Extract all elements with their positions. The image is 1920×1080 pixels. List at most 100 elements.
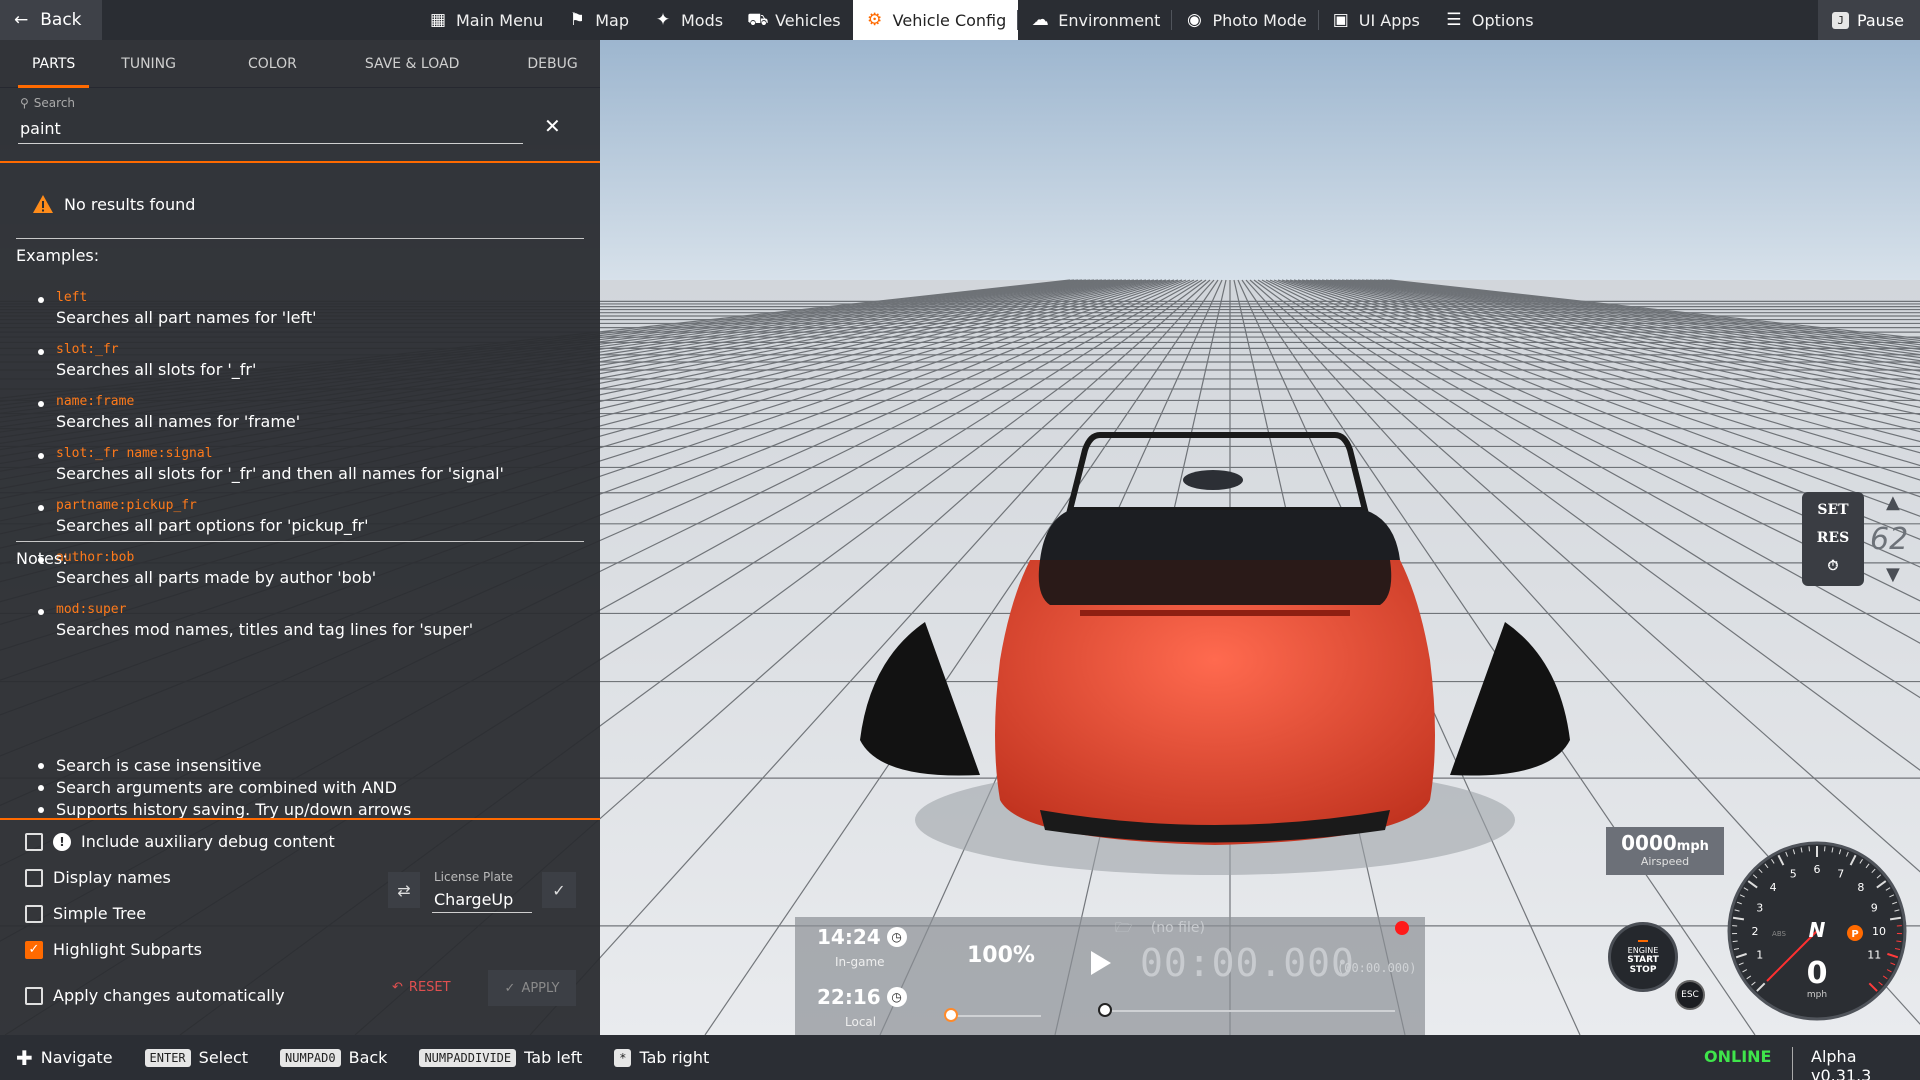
gauge-tick-label: 10 [1872,925,1886,938]
apply-button[interactable]: ✓ APPLY [488,970,576,1006]
nav-ui-apps[interactable]: ▣ UI Apps [1319,0,1432,40]
example-description: Searches all parts made by author 'bob' [56,568,377,587]
example-item: slot:_fr Searches all slots for '_fr' [38,342,578,394]
apply-auto-option[interactable]: Apply changes automatically [25,986,285,1005]
example-description: Searches all names for 'frame' [56,412,301,431]
confirm-plate-button[interactable]: ✓ [542,872,576,908]
gauge-tick [1732,940,1738,943]
example-code[interactable]: partname:pickup_fr [56,498,197,513]
menu-grid-icon: ▦ [429,9,447,30]
key-chip: NUMPADDIVIDE [419,1048,517,1067]
gauge-tick-label: 2 [1752,925,1759,938]
gauge-tick-label: 4 [1770,881,1777,894]
speed-slider-knob[interactable] [944,1008,958,1022]
example-description: Searches all part names for 'left' [56,308,317,327]
search-icon: ⚲ [20,96,29,110]
pause-label: Pause [1856,10,1904,30]
tab-save-load[interactable]: SAVE & LOAD [351,40,474,88]
example-description: Searches mod names, titles and tag lines… [56,620,474,639]
cruise-icon[interactable]: ⏱ [1808,554,1858,578]
example-code[interactable]: slot:_fr name:signal [56,446,213,461]
tab-parts[interactable]: PARTS [18,40,90,88]
aux-debug-checkbox[interactable] [25,832,43,851]
key-chip: ENTER [144,1048,191,1067]
divider [16,238,584,239]
license-plate-input[interactable] [432,887,532,913]
tab-color[interactable]: COLOR [234,40,311,88]
tab-tuning[interactable]: TUNING [107,40,190,88]
folder-icon[interactable]: 🗁 [1115,920,1132,936]
panel-options: ! Include auxiliary debug content Displa… [0,818,600,1035]
example-code[interactable]: slot:_fr [56,342,119,357]
highlight-subparts-checkbox[interactable]: ✓ [25,940,43,959]
replay-file: 🗁 (no file) [1115,920,1205,936]
nav-environment[interactable]: ☁ Environment [1018,0,1173,40]
speed-unit: mph [1807,990,1827,1000]
gear-indicator: N [1809,918,1826,942]
example-code[interactable]: author:bob [56,550,134,565]
key-chip: NUMPAD0 [280,1048,341,1067]
speed-slider-track[interactable] [951,1015,1041,1017]
play-icon[interactable] [1091,951,1111,975]
puzzle-icon: ✦ [655,9,671,30]
nav-map[interactable]: ⚑ Map [555,0,641,40]
version-label: Alpha v0.31.3 [1792,1047,1920,1080]
display-names-option[interactable]: Display names [25,868,171,887]
example-code[interactable]: name:frame [56,394,134,409]
example-code[interactable]: mod:super [56,602,126,617]
no-results-message: No results found [32,194,195,214]
apply-auto-checkbox[interactable] [25,986,43,1005]
example-description: Searches all part options for 'pickup_fr… [56,516,369,535]
replay-position-track[interactable] [1105,1010,1395,1012]
replay-position-knob[interactable] [1098,1003,1112,1017]
key-chip: * [614,1048,632,1067]
speedometer-gauge: 1 2 345 6 789 10 11 N 0mph ABS P [1727,841,1907,1021]
nav-vehicle-config[interactable]: ⚙ Vehicle Config [852,0,1019,40]
examples-title: Examples: [16,246,100,265]
nav-photo-mode[interactable]: ◉ Photo Mode [1172,0,1320,40]
cruise-speed: 62 [1870,522,1909,557]
tab-debug[interactable]: DEBUG [513,40,591,88]
cruise-set-button[interactable]: SET [1808,498,1858,522]
reset-button[interactable]: ↶ RESET [392,980,451,995]
bottom-bar: ✚ Navigate ENTER Select NUMPAD0 Back NUMPADDIV… [0,1035,1920,1080]
record-button[interactable] [1395,921,1409,935]
info-icon: ! [53,832,71,851]
clock-icon: ◷ [886,927,907,947]
display-names-checkbox[interactable] [25,868,43,887]
notes-title: Notes: [16,549,68,568]
example-item: name:frame Searches all names for 'frame' [38,394,578,446]
replay-speed: 100% [967,943,1035,968]
example-item: author:bob Searches all parts made by aut… [38,550,578,602]
camera-icon: ◉ [1187,9,1202,30]
note-item: Search is case insensitive [38,756,578,778]
aux-debug-option[interactable]: ! Include auxiliary debug content [25,832,335,851]
gauge-tick-label: 5 [1790,868,1797,881]
search-input[interactable] [18,114,523,144]
esc-button[interactable]: ESC [1675,980,1705,1010]
cruise-resume-button[interactable]: RES [1808,526,1858,550]
cruise-down-icon[interactable]: ▼ [1886,564,1900,585]
engine-start-stop-button[interactable]: ENGINE START STOP [1608,922,1678,992]
nav-main-menu[interactable]: ▦ Main Menu [416,0,555,40]
randomize-plate-button[interactable]: ⇄ [388,872,420,908]
airspeed-display: 0000mph Airspeed [1606,827,1724,875]
pause-key: J [1832,11,1849,29]
back-button[interactable]: ← Back [0,0,102,40]
gauge-tick-label: 8 [1857,881,1864,894]
nav-mods[interactable]: ✦ Mods [641,0,735,40]
ingame-clock: 14:24 ◷ [817,925,907,949]
nav-options[interactable]: ☰ Options [1432,0,1546,40]
simple-tree-option[interactable]: Simple Tree [25,904,146,923]
example-code[interactable]: left [56,290,87,305]
highlight-subparts-option[interactable]: ✓ Highlight Subparts [25,940,202,959]
gauge-tick-label: 7 [1837,868,1844,881]
arrow-left-icon: ← [14,10,29,30]
license-plate-label: License Plate [434,870,514,884]
search-box: ⚲ Search ✕ [0,88,600,163]
nav-vehicles[interactable]: ⛟ Vehicles [735,0,853,40]
simple-tree-checkbox[interactable] [25,904,43,923]
pause-button[interactable]: J Pause [1818,0,1920,40]
cruise-up-icon[interactable]: ▲ [1886,492,1900,513]
clear-search-icon[interactable]: ✕ [544,114,561,138]
